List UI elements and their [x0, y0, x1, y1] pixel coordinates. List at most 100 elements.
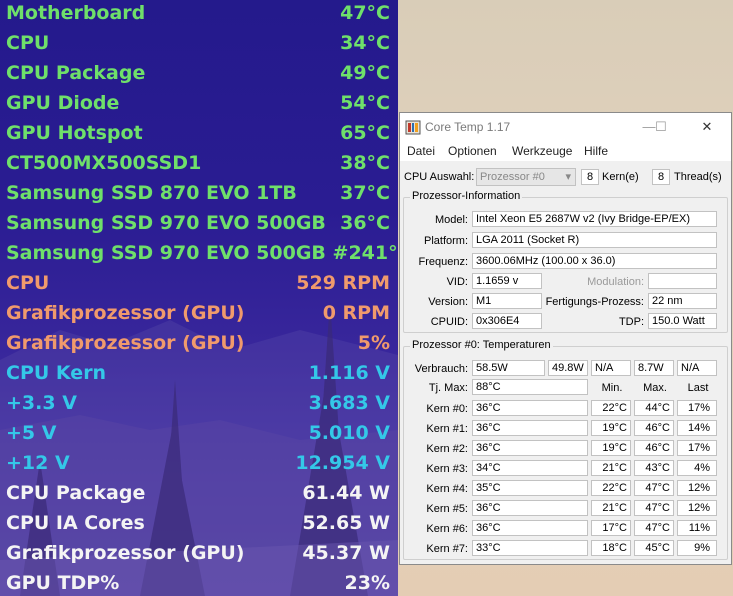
sensor-row: +12 V 12.954 V [6, 448, 390, 478]
core-min-field: 18°C [591, 540, 631, 556]
core-load-field: 12% [677, 500, 717, 516]
power-dram-field: 8.7W [634, 360, 674, 376]
sensor-label: +12 V [6, 452, 70, 474]
sensor-value: 36°C [340, 212, 390, 234]
sensor-value: 54°C [340, 92, 390, 114]
sensor-label: CPU Package [6, 482, 146, 504]
sensor-value: 49°C [340, 62, 390, 84]
core-load-field: 12% [677, 480, 717, 496]
core-min-field: 19°C [591, 420, 631, 436]
power-gpu-field: N/A [677, 360, 717, 376]
tjmax-label: Tj. Max: [428, 382, 468, 394]
sensor-row: Motherboard 47°C [6, 0, 390, 28]
sensor-row: Grafikprozessor (GPU) 5% [6, 328, 390, 358]
frequency-field: 3600.06MHz (100.00 x 36.0) [472, 253, 717, 269]
max-header: Max. [643, 382, 667, 394]
power-uncore-field: N/A [591, 360, 631, 376]
version-field: M1 [472, 293, 542, 309]
sensor-value: 12.954 V [295, 452, 390, 474]
core-label: Kern #5: [426, 503, 468, 515]
core-min-field: 22°C [591, 480, 631, 496]
sensor-label: CPU IA Cores [6, 512, 145, 534]
core-min-field: 19°C [591, 440, 631, 456]
sensor-row: CT500MX500SSD1 38°C [6, 148, 390, 178]
core-temp-field: 36°C [472, 400, 588, 416]
sensor-value: 47°C [340, 2, 390, 24]
sensor-row: Grafikprozessor (GPU) 45.37 W [6, 538, 390, 568]
menu-datei[interactable]: Datei [407, 144, 435, 158]
core-max-field: 47°C [634, 500, 674, 516]
sensor-row: CPU Package 61.44 W [6, 478, 390, 508]
core-temp-field: 35°C [472, 480, 588, 496]
sensor-row: Samsung SSD 870 EVO 1TB 37°C [6, 178, 390, 208]
sensor-row: Grafikprozessor (GPU) 0 RPM [6, 298, 390, 328]
sensor-label: GPU Hotspot [6, 122, 143, 144]
sensor-row: GPU Diode 54°C [6, 88, 390, 118]
sensor-label: Samsung SSD 870 EVO 1TB [6, 182, 297, 204]
sensor-value: 45.37 W [302, 542, 390, 564]
core-temp-field: 34°C [472, 460, 588, 476]
menu-hilfe[interactable]: Hilfe [584, 144, 608, 158]
core-temp-field: 36°C [472, 500, 588, 516]
core-label: Kern #4: [426, 483, 468, 495]
sensor-value: 61.44 W [302, 482, 390, 504]
core-max-field: 46°C [634, 440, 674, 456]
power-label: Verbrauch: [414, 363, 468, 375]
core-min-field: 17°C [591, 520, 631, 536]
sensor-value: 37°C [340, 182, 390, 204]
sensor-row: GPU TDP% 23% [6, 568, 390, 596]
sensor-value: 38°C [340, 152, 390, 174]
sensor-label: Grafikprozessor (GPU) [6, 542, 245, 564]
sensor-label: Grafikprozessor (GPU) [6, 332, 245, 354]
core-label: Kern #3: [426, 463, 468, 475]
core-load-field: 9% [677, 540, 717, 556]
core-load-field: 14% [677, 420, 717, 436]
core-min-field: 21°C [591, 460, 631, 476]
processor-dropdown[interactable]: Prozessor #0 ▾ [476, 168, 576, 186]
core-temp-field: 36°C [472, 420, 588, 436]
temperatures-title: Prozessor #0: Temperaturen [410, 339, 553, 351]
core-temp-field: 36°C [472, 440, 588, 456]
core-temp-app-icon [405, 120, 421, 135]
core-label: Kern #0: [426, 403, 468, 415]
sensor-value: 5% [357, 332, 390, 354]
sensor-label: CPU [6, 272, 50, 294]
sensor-value: 23% [344, 572, 390, 594]
cpuid-label: CPUID: [430, 316, 468, 328]
menu-optionen[interactable]: Optionen [448, 144, 497, 158]
menu-werkzeuge[interactable]: Werkzeuge [512, 144, 572, 158]
core-max-field: 46°C [634, 420, 674, 436]
close-button[interactable]: ✕ [695, 117, 719, 137]
power-package-field: 58.5W [472, 360, 545, 376]
sensor-value: 1.116 V [308, 362, 390, 384]
sensor-label: +5 V [6, 422, 57, 444]
sensor-label: Motherboard [6, 2, 146, 24]
sensor-row: CPU Package 49°C [6, 58, 390, 88]
thread-count-field: 8 [652, 169, 670, 185]
core-label: Kern #1: [426, 423, 468, 435]
core-max-field: 43°C [634, 460, 674, 476]
core-count-field: 8 [581, 169, 599, 185]
cpu-select-label: CPU Auswahl: [404, 171, 475, 183]
core-max-field: 47°C [634, 520, 674, 536]
sensor-label: +3.3 V [6, 392, 77, 414]
chevron-down-icon: ▾ [565, 171, 571, 183]
frequency-label: Frequenz: [418, 256, 468, 268]
sensor-row: Samsung SSD 970 EVO 500GB #241°C [6, 238, 398, 268]
core-count-label: Kern(e) [602, 171, 639, 183]
maximize-button[interactable]: ☐ [649, 117, 673, 137]
title-bar[interactable]: Core Temp 1.17 — ☐ ✕ [400, 113, 731, 141]
process-field: 22 nm [648, 293, 717, 309]
tjmax-field: 88°C [472, 379, 588, 395]
sensor-value: 3.683 V [308, 392, 390, 414]
sensor-overlay: Motherboard 47°C CPU 34°C CPU Package 49°C GPU… [0, 0, 398, 596]
sensor-label: CPU Package [6, 62, 146, 84]
tdp-label: TDP: [618, 316, 644, 328]
core-load-field: 17% [677, 440, 717, 456]
window-title: Core Temp 1.17 [425, 120, 511, 134]
core-temp-field: 33°C [472, 540, 588, 556]
processor-info-title: Prozessor-Information [410, 190, 523, 202]
core-max-field: 45°C [634, 540, 674, 556]
cpuid-field: 0x306E4 [472, 313, 542, 329]
sensor-value: 65°C [340, 122, 390, 144]
